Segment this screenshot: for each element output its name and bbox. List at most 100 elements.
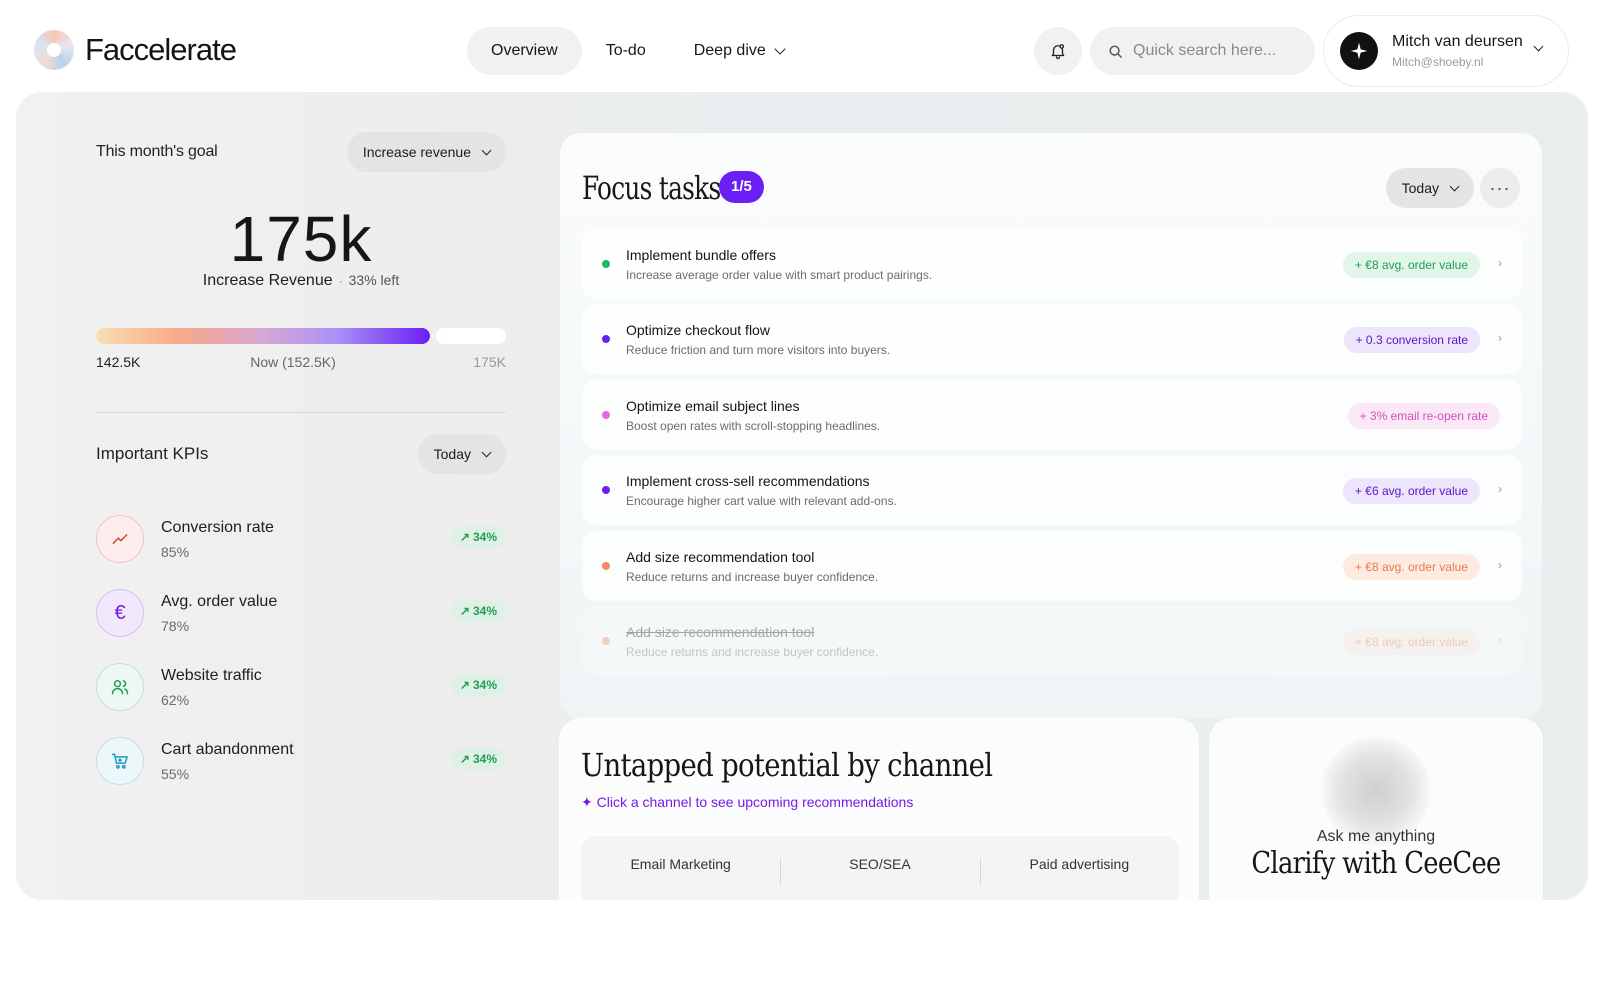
kpi-name: Cart abandonment — [161, 740, 294, 758]
channel-seo-sea[interactable]: SEO/SEA — [780, 836, 979, 900]
trend-line-icon — [112, 534, 128, 544]
bell-icon — [1051, 44, 1065, 60]
channel-email-marketing[interactable]: Email Marketing — [581, 836, 780, 900]
top-header: Faccelerate Overview To-do Deep dive Qui… — [0, 0, 1600, 92]
kpi-period-label: Today — [433, 446, 471, 462]
untapped-title: Untapped potential by channel — [581, 746, 993, 784]
kpi-change: 34% — [472, 604, 497, 618]
kpi-change-badge: ↗ 34% — [450, 600, 506, 622]
task-item[interactable]: Optimize checkout flow Reduce friction a… — [582, 304, 1522, 374]
progress-now-label: Now (152.5K) — [250, 354, 336, 370]
search-icon — [1109, 44, 1122, 58]
chevron-right-icon: › — [1498, 482, 1502, 496]
kpi-value: 55% — [161, 765, 190, 782]
kpi-value: 85% — [161, 543, 190, 560]
nav-item-todo[interactable]: To-do — [582, 27, 670, 75]
task-title: Optimize email subject lines — [626, 398, 800, 414]
kpi-cart-abandonment[interactable]: Cart abandonment 55% ↗ 34% — [96, 724, 506, 798]
brand-logo[interactable]: Faccelerate — [34, 30, 237, 70]
kpi-icon-ring — [96, 515, 144, 563]
progress-track — [436, 328, 506, 344]
channel-hint-link[interactable]: ✦ Click a channel to see upcoming recomm… — [581, 794, 913, 811]
chevron-right-icon: › — [1498, 558, 1502, 572]
notifications-button[interactable] — [1034, 27, 1082, 75]
chevron-down-icon — [774, 43, 786, 55]
users-icon — [111, 680, 129, 695]
focus-tasks-card: Focus tasks 1/5 Today ··· Implement bund… — [559, 132, 1543, 720]
progress-labels: 142.5K Now (152.5K) 175K — [96, 354, 506, 374]
kpi-change-badge: ↗ 34% — [450, 748, 506, 770]
task-item[interactable]: Implement bundle offers Increase average… — [582, 229, 1522, 299]
kpi-name: Conversion rate — [161, 518, 274, 536]
logo-mark-icon — [34, 30, 74, 70]
nav-item-deep-dive[interactable]: Deep dive — [670, 27, 808, 75]
kpi-value: 78% — [161, 617, 190, 634]
more-options-button[interactable]: ··· — [1480, 168, 1520, 208]
kpi-name: Avg. order value — [161, 592, 278, 610]
task-item[interactable]: Optimize email subject lines Boost open … — [582, 380, 1522, 450]
task-impact-badge: + 3% email re-open rate — [1347, 403, 1500, 429]
goal-progress-bar — [96, 328, 506, 344]
focus-period-selector[interactable]: Today — [1385, 168, 1474, 208]
focus-period-label: Today — [1401, 180, 1439, 196]
cart-icon — [111, 753, 128, 769]
task-item-completed[interactable]: Add size recommendation tool Reduce retu… — [582, 606, 1522, 676]
task-description: Boost open rates with scroll-stopping he… — [626, 419, 881, 433]
user-menu[interactable]: Mitch van deursen Mitch@shoeby.nl — [1323, 15, 1569, 87]
task-description: Reduce returns and increase buyer confid… — [626, 570, 879, 584]
user-name: Mitch van deursen — [1392, 33, 1523, 50]
quick-search[interactable] — [1090, 27, 1315, 75]
kpi-avg-order-value[interactable]: € Avg. order value 78% ↗ 34% — [96, 576, 506, 650]
kpi-conversion-rate[interactable]: Conversion rate 85% ↗ 34% — [96, 502, 506, 576]
task-status-dot — [602, 411, 610, 419]
task-status-dot — [602, 637, 610, 645]
assistant-card[interactable]: Ask me anything Clarify with CeeCee — [1209, 718, 1543, 900]
focus-tasks-count-badge: 1/5 — [719, 171, 764, 203]
kpi-name: Website traffic — [161, 666, 262, 684]
chevron-right-icon: › — [1498, 256, 1502, 270]
chevron-right-icon: › — [1498, 331, 1502, 345]
task-status-dot — [602, 562, 610, 570]
task-description: Encourage higher cart value with relevan… — [626, 494, 897, 508]
divider — [96, 412, 506, 413]
nav-item-label: To-do — [605, 42, 646, 59]
kpi-period-selector[interactable]: Today — [417, 434, 506, 474]
task-description: Reduce returns and increase buyer confid… — [626, 645, 879, 659]
main-nav: Overview To-do Deep dive — [467, 27, 808, 75]
kpi-value: 62% — [161, 691, 190, 708]
task-item[interactable]: Implement cross-sell recommendations Enc… — [582, 455, 1522, 525]
user-email: Mitch@shoeby.nl — [1392, 55, 1484, 69]
kpi-change: 34% — [472, 530, 497, 544]
search-input[interactable] — [1133, 42, 1303, 60]
chevron-down-icon — [1449, 181, 1460, 191]
kpi-section-title: Important KPIs — [96, 444, 209, 463]
nav-item-label: Overview — [491, 42, 558, 59]
task-item[interactable]: Add size recommendation tool Reduce retu… — [582, 531, 1522, 601]
progress-end-label: 175K — [473, 354, 506, 370]
goal-value: 175k — [229, 203, 373, 275]
brand-name: Faccelerate — [85, 32, 237, 67]
goal-remaining: 33% left — [348, 272, 400, 288]
task-status-dot — [602, 486, 610, 494]
nav-item-overview[interactable]: Overview — [467, 27, 582, 75]
task-title: Add size recommendation tool — [626, 549, 815, 565]
assistant-title: Clarify with CeeCee — [1251, 846, 1501, 881]
goal-selector-label: Increase revenue — [362, 144, 471, 160]
kpi-change-badge: ↗ 34% — [450, 526, 506, 548]
task-impact-badge: + €8 avg. order value — [1342, 554, 1480, 580]
channel-paid-advertising[interactable]: Paid advertising — [979, 836, 1179, 900]
chevron-down-icon — [1533, 41, 1544, 52]
kpi-change: 34% — [472, 678, 497, 692]
kpi-website-traffic[interactable]: Website traffic 62% ↗ 34% — [96, 650, 506, 724]
task-description: Reduce friction and turn more visitors i… — [626, 343, 891, 357]
avatar — [1340, 32, 1378, 70]
arrow-up-right-icon: ↗ — [459, 530, 470, 544]
task-impact-badge: + €8 avg. order value — [1342, 629, 1480, 655]
progress-fill — [96, 328, 430, 344]
goal-selector[interactable]: Increase revenue — [346, 132, 506, 172]
task-status-dot — [602, 335, 610, 343]
task-description: Increase average order value with smart … — [626, 268, 933, 282]
chevron-down-icon — [481, 145, 492, 155]
goal-name: Increase Revenue — [202, 272, 333, 289]
task-impact-badge: + €6 avg. order value — [1342, 478, 1480, 504]
